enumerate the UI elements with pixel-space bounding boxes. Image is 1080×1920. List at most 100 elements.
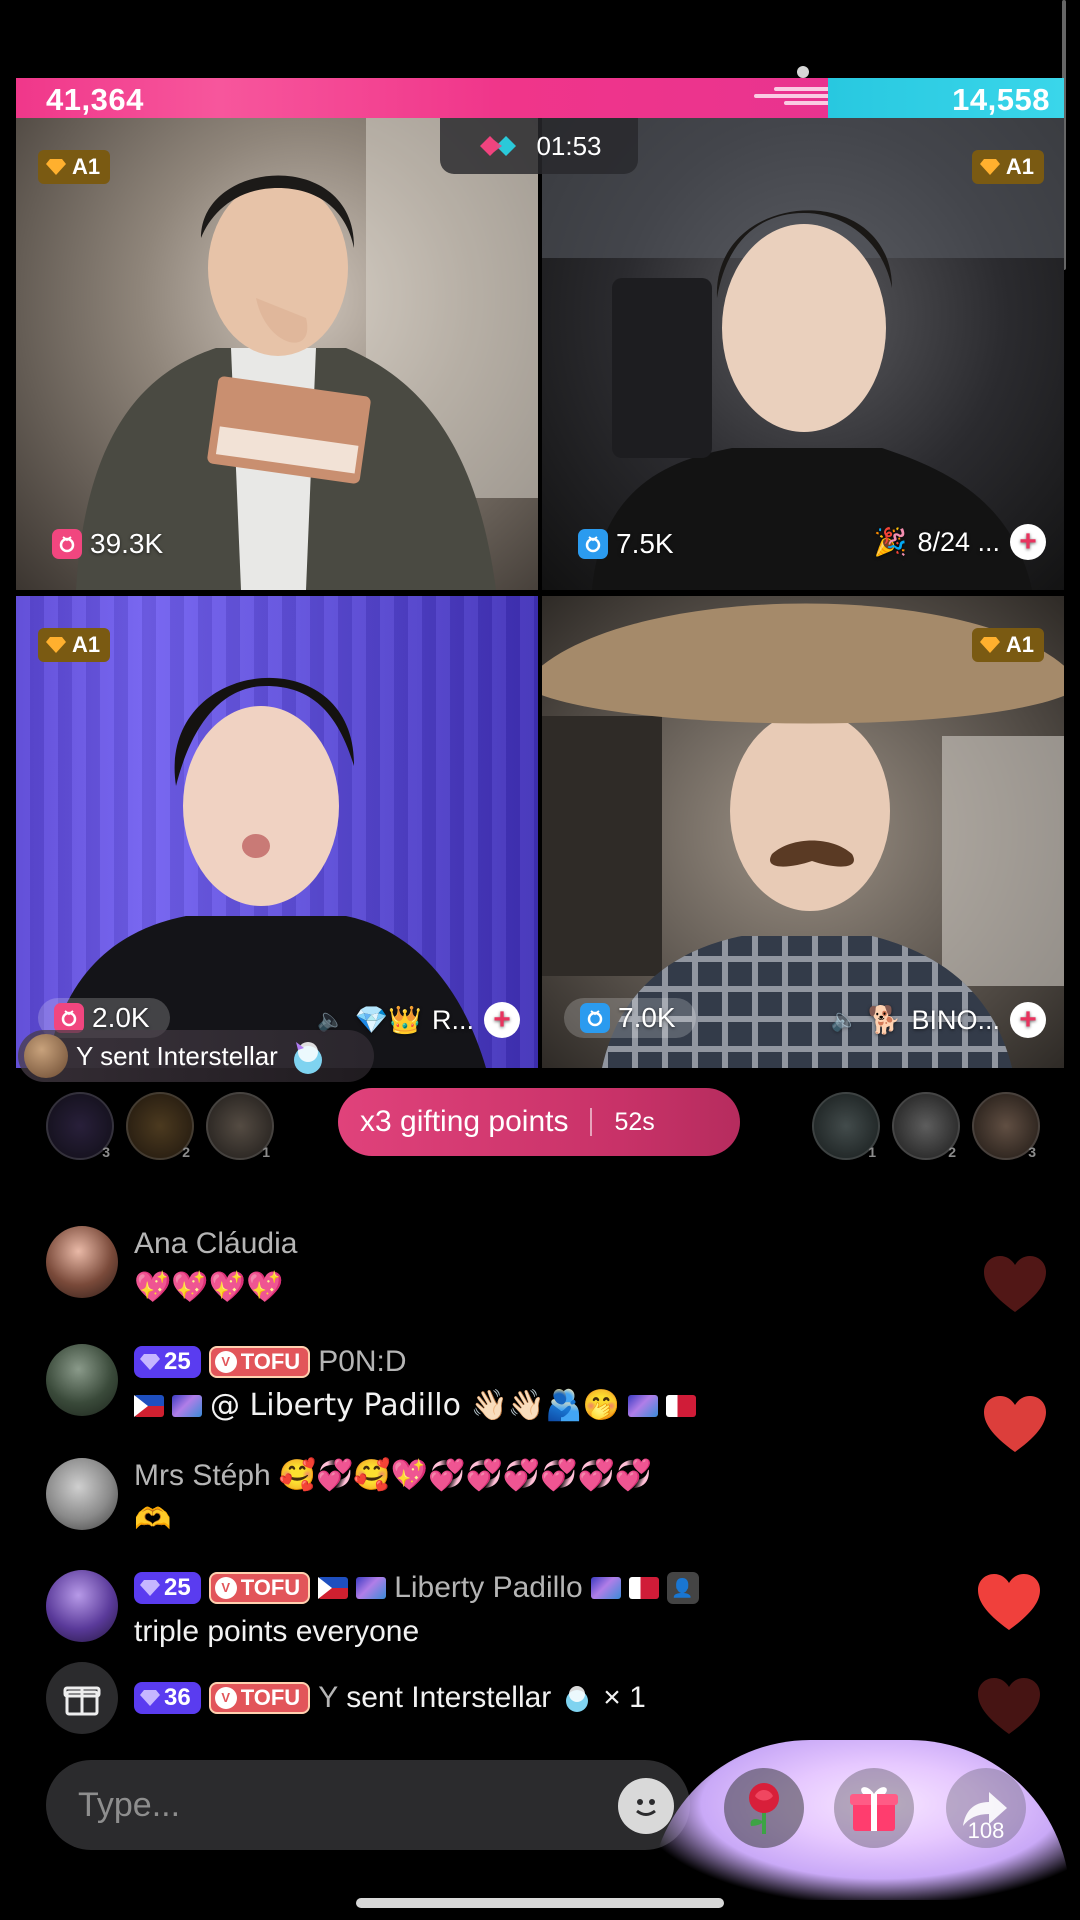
chat-text: 🫶 [134,1502,172,1537]
tile-likes: 39.3K [52,528,163,560]
galaxy-icon [172,1395,202,1417]
add-guest-button[interactable]: + [1010,524,1046,560]
score-divider-dot [797,66,809,78]
fan-club-badge: V TOFU [208,1682,311,1714]
diamond-icon [979,159,1000,175]
streamer-video-2 [542,118,1064,590]
right-team-score-fill: 14,558 [828,78,1064,118]
share-count: 108 [967,1818,1005,1843]
diamond-icon [46,159,66,175]
chat-message[interactable]: 25 V TOFU P0N:D @ Liberty Padillo 👋🏻👋🏻🫂🤭 [46,1340,696,1428]
diamond-icon [979,637,1000,653]
rose-gift-button[interactable] [724,1768,804,1848]
gift-button[interactable] [834,1768,914,1848]
like-score-icon [578,529,608,559]
chat-text: 🥰💞🥰💖💞💞💞💞💞💞 [278,1458,653,1493]
guest-video-tile-3[interactable]: A1 2.0K 🔈 💎👑 R... + [16,596,538,1068]
chat-username[interactable]: Liberty Padillo [394,1566,582,1610]
like-score-icon [54,1003,84,1033]
guest-video-tile-2[interactable]: A1 7.5K 🎉 8/24 ... + [542,118,1064,590]
interstellar-gift-icon [293,1042,322,1074]
avatar[interactable] [46,1458,118,1530]
gift-notification: Y sent Interstellar [18,1030,374,1082]
level-badge: 25 [134,1346,201,1378]
emoji-button[interactable] [618,1778,674,1834]
rank-label: A1 [1005,154,1034,179]
galaxy-icon [356,1577,387,1599]
share-button[interactable]: 108 [946,1768,1026,1848]
likes-count: 7.0K [618,1002,676,1033]
diamond-icon [46,637,66,653]
avatar[interactable] [46,1570,118,1642]
gifting-strip: 3 2 1 x3 gifting points 52s 1 2 3 [16,1082,1064,1172]
avatar[interactable]: 1 [206,1092,274,1160]
chat-username[interactable]: Y [318,1676,338,1720]
add-guest-button[interactable]: + [484,1002,520,1038]
side-info-text: BINO... [911,1004,1000,1035]
avatar[interactable] [46,1226,118,1298]
gift-box-icon [850,1787,898,1831]
likes-count: 7.5K [616,528,674,559]
multiplier-label: x3 gifting points [360,1105,569,1138]
rank-badge: A1 [38,628,111,662]
avatar[interactable]: 3 [972,1092,1040,1160]
chat-message-body: 36 V TOFU Y sent Interstellar × 1 [134,1662,646,1734]
gifting-multiplier-banner[interactable]: x3 gifting points 52s [338,1088,740,1156]
chat-text: 💖💖💖💖 [134,1270,284,1305]
comment-input-placeholder: Type... [78,1785,181,1824]
moderator-icon: 👤 [666,1572,699,1604]
rank-badge: A1 [971,628,1044,662]
avatar[interactable] [46,1344,118,1416]
gift-icon [46,1662,118,1734]
galaxy-icon [627,1395,658,1417]
rose-icon [749,1783,779,1834]
right-team-score: 14,558 [952,82,1050,117]
interstellar-gift-icon [566,1686,589,1712]
tile-side-info: 🔈 🐕 BINO... + [830,1002,1046,1038]
guest-video-tile-4[interactable]: A1 7.0K 🔈 🐕 BINO... + [542,596,1064,1068]
chat-gift-message[interactable]: 36 V TOFU Y sent Interstellar × 1 [46,1662,646,1734]
philippines-flag-icon [134,1395,164,1417]
comment-input[interactable]: Type... [46,1760,690,1850]
avatar[interactable]: 1 [812,1092,880,1160]
like-score-icon [52,529,82,559]
rank-label: A1 [72,154,101,179]
likes-count: 39.3K [90,528,164,559]
heart-icon [978,1678,1040,1734]
bahrain-flag-icon [628,1577,659,1599]
speed-lines-icon [738,84,834,114]
chat-username[interactable]: P0N:D [318,1340,406,1384]
heart-badge-icon: V [214,1351,237,1373]
bahrain-flag-icon [665,1395,696,1417]
level-badge: 36 [134,1682,201,1714]
avatar[interactable]: 2 [126,1092,194,1160]
chat-text: @ Liberty Padillo 👋🏻👋🏻🫂🤭 [210,1388,620,1423]
add-guest-button[interactable]: + [1010,1002,1046,1038]
heart-badge-icon: V [214,1687,237,1709]
divider [590,1108,593,1136]
avatar[interactable]: 2 [892,1092,960,1160]
guest-video-tile-1[interactable]: A1 39.3K [16,118,538,590]
fan-club-badge: V TOFU [208,1572,311,1604]
battle-score-bar: 41,364 14,558 [16,78,1064,118]
streamer-video-1 [76,118,538,590]
avatar[interactable]: 3 [46,1092,114,1160]
level-badge: 25 [134,1572,201,1604]
gem-icon [140,1354,160,1370]
chat-username[interactable]: Ana Cláudia [134,1222,297,1266]
chat-message[interactable]: Mrs Stéph 🥰💞🥰💖💞💞💞💞💞💞 🫶 [46,1454,652,1542]
side-info-text: R... [431,1004,474,1035]
chat-username[interactable]: Mrs Stéph [134,1454,271,1498]
chat-message[interactable]: 25 V TOFU Liberty Padillo 👤 triple points… [46,1566,699,1654]
chat-message[interactable]: Ana Cláudia 💖💖💖💖 [46,1222,297,1310]
fan-club-badge: V TOFU [208,1346,311,1378]
chat-text: triple points everyone [134,1615,420,1648]
left-top-gifters: 3 2 1 [46,1092,274,1160]
heart-icon [978,1574,1040,1630]
chat-text: sent Interstellar [346,1681,552,1714]
diamond-gift-icon: 💎👑 [354,1005,422,1036]
gift-notification-text: Y sent Interstellar [76,1040,278,1071]
faded-chat-line [120,1168,680,1190]
timer-text: 01:53 [536,130,602,161]
heart-badge-icon: V [214,1577,237,1599]
